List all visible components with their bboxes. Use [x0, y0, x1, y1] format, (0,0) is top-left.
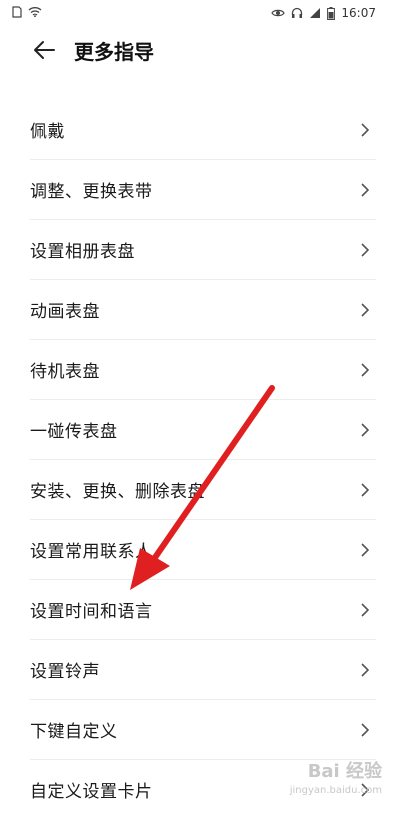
list-item-label: 设置铃声 [30, 662, 100, 682]
list-item-label: 安装、更换、删除表盘 [30, 482, 205, 502]
list-item-label: 待机表盘 [30, 362, 100, 382]
list-item-label: 设置相册表盘 [30, 242, 135, 262]
list-item-label: 自定义设置卡片 [30, 782, 153, 802]
chevron-right-icon [358, 301, 372, 319]
list-item-label: 一碰传表盘 [30, 422, 118, 442]
chevron-right-icon [358, 241, 372, 259]
list-item-label: 下键自定义 [30, 722, 118, 742]
watermark: Bai 经验 jingyan.baidu.com [290, 757, 382, 796]
chevron-right-icon [358, 661, 372, 679]
list-item[interactable]: 佩戴 [30, 100, 376, 160]
chevron-right-icon [358, 121, 372, 139]
list-item-label: 设置常用联系人 [30, 542, 153, 562]
list-item[interactable]: 设置相册表盘 [30, 220, 376, 280]
chevron-right-icon [358, 721, 372, 739]
back-button[interactable] [30, 38, 58, 66]
watermark-url: jingyan.baidu.com [289, 785, 382, 796]
status-time: 16:07 [341, 6, 376, 20]
list-item[interactable]: 待机表盘 [30, 340, 376, 400]
chevron-right-icon [358, 421, 372, 439]
wifi-icon [28, 6, 42, 20]
list-item[interactable]: 安装、更换、删除表盘 [30, 460, 376, 520]
list-item-label: 调整、更换表带 [30, 182, 153, 202]
list-item[interactable]: 动画表盘 [30, 280, 376, 340]
list-item-label: 佩戴 [30, 122, 65, 142]
guide-list: 佩戴 调整、更换表带 设置相册表盘 动画表盘 待机表盘 一碰传表盘 安装、更换、… [30, 100, 376, 819]
chevron-right-icon [358, 181, 372, 199]
watermark-brand: Bai 经验 [307, 761, 382, 782]
status-right: 16:07 [271, 6, 376, 20]
list-item[interactable]: 设置常用联系人 [30, 520, 376, 580]
list-item[interactable]: 调整、更换表带 [30, 160, 376, 220]
list-item-label: 设置时间和语言 [30, 602, 153, 622]
headphones-icon [291, 7, 303, 19]
chevron-right-icon [358, 541, 372, 559]
back-arrow-icon [33, 40, 55, 64]
status-left [12, 5, 42, 21]
battery-icon [327, 6, 336, 20]
eye-icon [271, 8, 286, 18]
list-item[interactable]: 下键自定义 [30, 700, 376, 760]
list-item[interactable]: 设置铃声 [30, 640, 376, 700]
list-item-label: 动画表盘 [30, 302, 100, 322]
list-item[interactable]: 一碰传表盘 [30, 400, 376, 460]
chevron-right-icon [358, 361, 372, 379]
chevron-right-icon [358, 601, 372, 619]
status-bar: 16:07 [0, 0, 400, 26]
page-title: 更多指导 [74, 40, 154, 64]
signal-icon [309, 7, 321, 19]
list-item[interactable]: 设置时间和语言 [30, 580, 376, 640]
header: 更多指导 [0, 28, 400, 76]
chevron-right-icon [358, 481, 372, 499]
sim-card-icon [12, 5, 22, 21]
